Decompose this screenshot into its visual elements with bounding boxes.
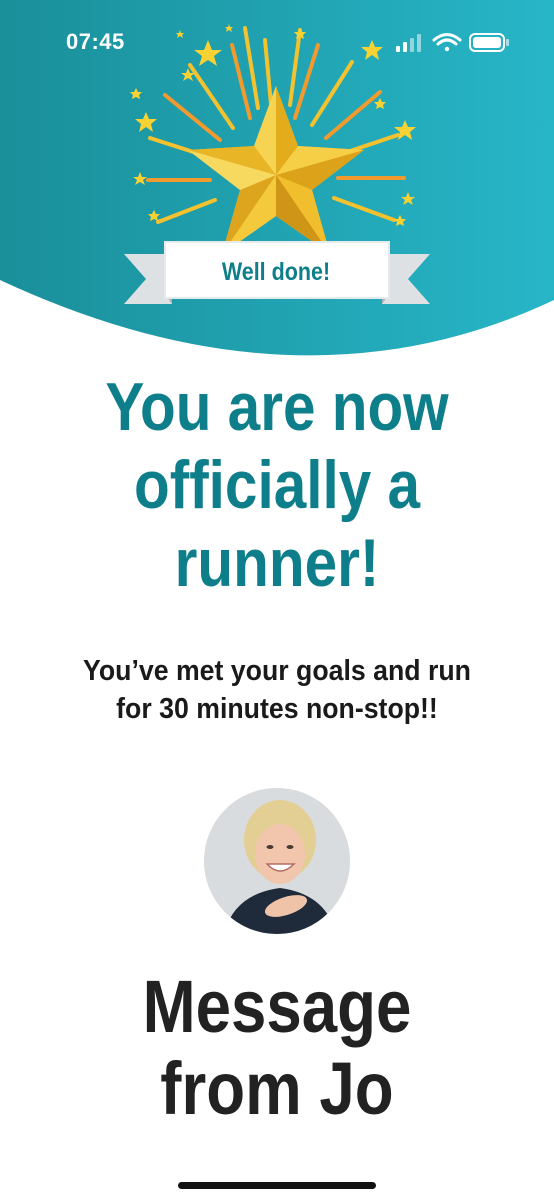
status-bar: 07:45 <box>0 0 554 80</box>
status-time: 07:45 <box>66 29 125 54</box>
battery-icon <box>469 33 509 52</box>
wifi-icon <box>432 33 462 52</box>
headline: You are now officially a runner! <box>105 369 449 601</box>
well-done-badge: Well done! <box>221 258 331 286</box>
jo-avatar[interactable] <box>204 788 350 934</box>
signal-icon <box>396 34 421 52</box>
achievement-subtext: You’ve met your goals and run for 30 min… <box>83 655 471 725</box>
status-icons <box>396 33 509 52</box>
avatar-portrait <box>204 788 350 934</box>
home-indicator[interactable] <box>178 1182 376 1189</box>
message-title: Message from Jo <box>142 965 412 1130</box>
